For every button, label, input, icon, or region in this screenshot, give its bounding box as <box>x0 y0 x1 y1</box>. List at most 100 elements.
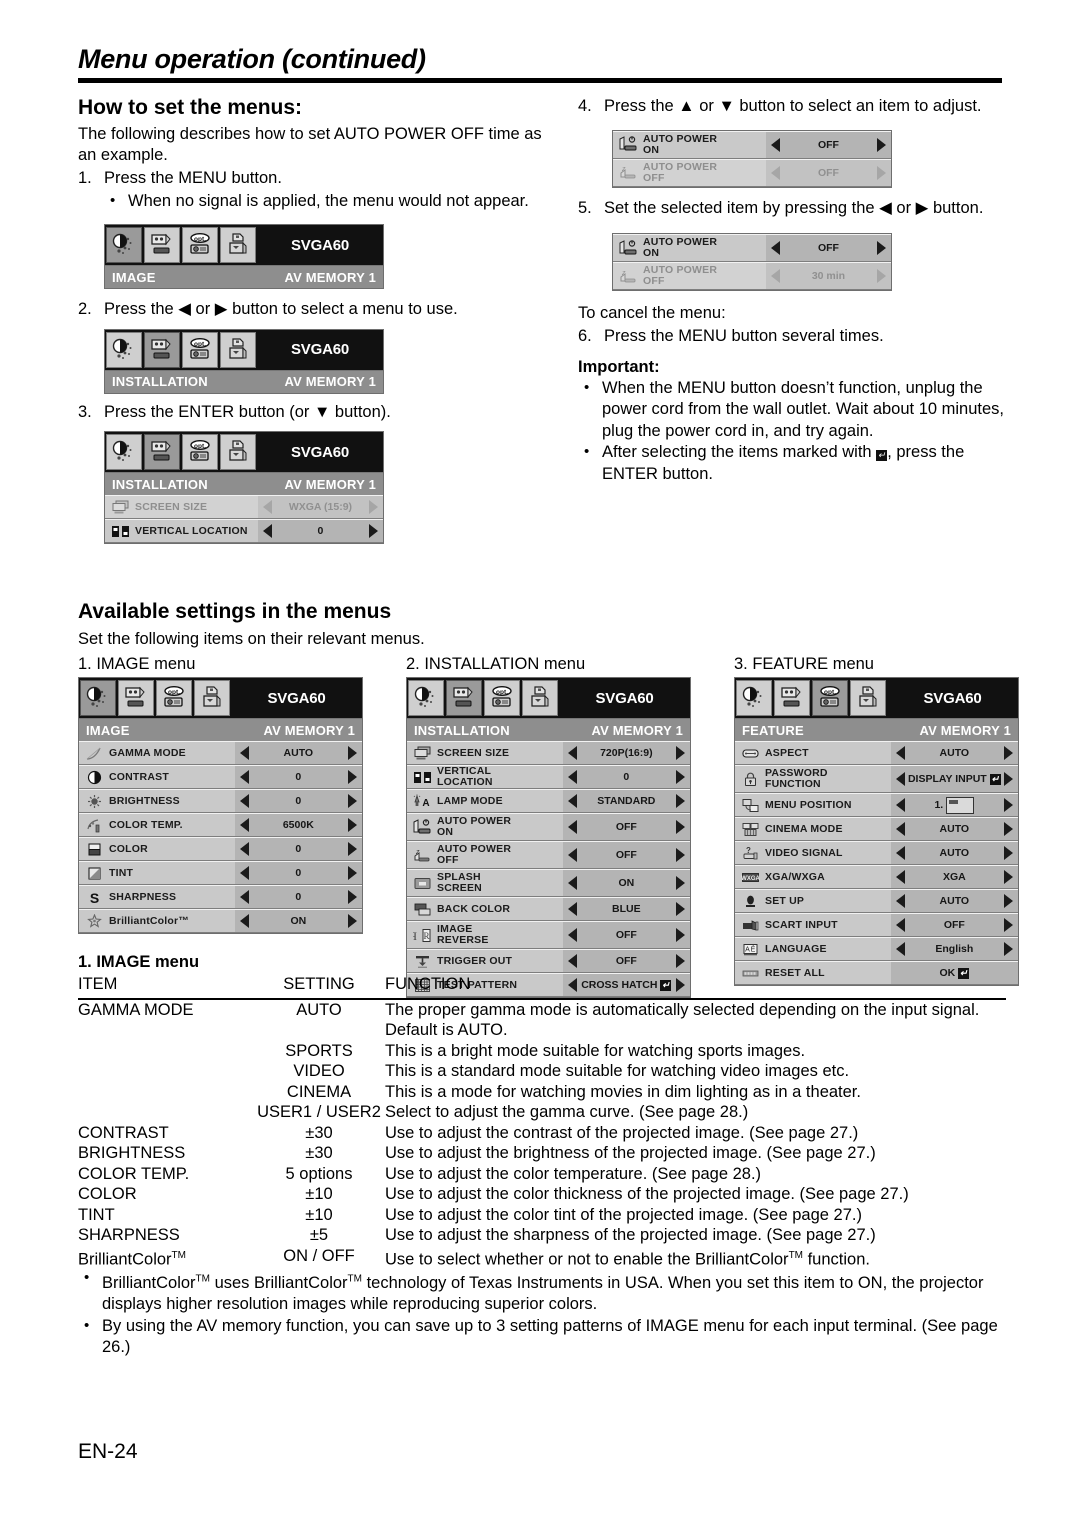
osd-row-value-group[interactable]: 0 <box>234 766 362 788</box>
right-arrow-icon[interactable] <box>676 770 685 784</box>
right-arrow-icon[interactable] <box>1004 772 1013 786</box>
right-arrow-icon[interactable] <box>1004 918 1013 932</box>
left-arrow-icon[interactable] <box>895 772 905 786</box>
osd-row-sharpness[interactable]: S SHARPNESS 0 <box>79 885 362 909</box>
osd-row-scart-input[interactable]: SCART INPUT OFF <box>735 913 1018 937</box>
left-arrow-icon[interactable] <box>239 890 249 904</box>
right-arrow-icon[interactable] <box>877 137 886 152</box>
right-arrow-icon[interactable] <box>369 500 378 514</box>
right-arrow-icon[interactable] <box>676 848 685 862</box>
left-arrow-icon[interactable] <box>239 818 249 832</box>
left-arrow-icon[interactable] <box>895 918 905 932</box>
left-arrow-icon[interactable] <box>239 866 249 880</box>
left-arrow-icon[interactable] <box>239 794 249 808</box>
osd-row-menu-position[interactable]: MENU POSITION 1. <box>735 793 1018 817</box>
right-arrow-icon[interactable] <box>348 794 357 808</box>
left-arrow-icon[interactable] <box>895 894 905 908</box>
osd-row-value-group[interactable]: AUTO <box>890 890 1018 912</box>
osd-row-value-group[interactable]: AUTO <box>890 818 1018 840</box>
osd-row-value-group[interactable]: OFF <box>765 131 891 158</box>
left-arrow-icon[interactable] <box>895 822 905 836</box>
feature-tab[interactable]: opt. <box>812 680 848 716</box>
left-arrow-icon[interactable] <box>262 500 272 514</box>
osd-row-brilliantcolor[interactable]: BrilliantColor™ ON <box>79 909 362 933</box>
left-arrow-icon[interactable] <box>239 770 249 784</box>
osd-row-xga-wxga[interactable]: WXGA XGA/WXGA XGA <box>735 865 1018 889</box>
left-arrow-icon[interactable] <box>567 902 577 916</box>
right-arrow-icon[interactable] <box>348 866 357 880</box>
left-arrow-icon[interactable] <box>567 746 577 760</box>
osd-row-auto-power-on[interactable]: AUTO POWER ON OFF <box>407 813 690 841</box>
installation-tab[interactable] <box>446 680 482 716</box>
osd-row-value-group[interactable]: OFF <box>562 922 690 948</box>
right-arrow-icon[interactable] <box>676 876 685 890</box>
signal-tab[interactable] <box>220 227 256 263</box>
left-arrow-icon[interactable] <box>567 770 577 784</box>
right-arrow-icon[interactable] <box>676 746 685 760</box>
installation-tab[interactable] <box>118 680 154 716</box>
osd-row-password-function[interactable]: PASSWORD FUNCTION DISPLAY INPUT <box>735 765 1018 793</box>
osd-row-auto-power-off[interactable]: z AUTO POWER OFF 30 min <box>613 262 891 290</box>
left-arrow-icon[interactable] <box>567 848 577 862</box>
right-arrow-icon[interactable] <box>676 794 685 808</box>
right-arrow-icon[interactable] <box>348 746 357 760</box>
osd-row-value-group[interactable]: AUTO <box>890 842 1018 864</box>
installation-tab[interactable] <box>144 331 180 368</box>
feature-tab[interactable]: opt. <box>484 680 520 716</box>
osd-row-tint[interactable]: TINT 0 <box>79 861 362 885</box>
installation-tab[interactable] <box>144 227 180 263</box>
left-arrow-icon[interactable] <box>895 746 905 760</box>
osd-row-gamma-mode[interactable]: GAMMA MODE AUTO <box>79 741 362 765</box>
osd-row-value-group[interactable]: XGA <box>890 866 1018 888</box>
left-arrow-icon[interactable] <box>770 137 780 152</box>
feature-tab[interactable]: opt. <box>182 331 218 368</box>
osd-row-value-group[interactable]: WXGA (15:9) <box>257 496 383 518</box>
left-arrow-icon[interactable] <box>239 842 249 856</box>
osd-row-value-group[interactable]: 0 <box>257 520 383 542</box>
left-arrow-icon[interactable] <box>567 876 577 890</box>
right-arrow-icon[interactable] <box>676 820 685 834</box>
left-arrow-icon[interactable] <box>895 870 905 884</box>
right-arrow-icon[interactable] <box>877 165 886 180</box>
osd-row-set-up[interactable]: SET UP AUTO <box>735 889 1018 913</box>
osd-row-brightness[interactable]: BRIGHTNESS 0 <box>79 789 362 813</box>
left-arrow-icon[interactable] <box>895 846 905 860</box>
osd-row-vertical-location[interactable]: VERTICAL LOCATION 0 <box>407 765 690 789</box>
right-arrow-icon[interactable] <box>877 241 886 255</box>
osd-row-value-group[interactable]: 0 <box>234 862 362 884</box>
osd-row-value-group[interactable]: OFF <box>890 914 1018 936</box>
osd-row-value-group[interactable]: STANDARD <box>562 790 690 812</box>
osd-row-value-group[interactable]: 0 <box>234 790 362 812</box>
osd-row-value-group[interactable]: 6500K <box>234 814 362 836</box>
left-arrow-icon[interactable] <box>770 241 780 255</box>
right-arrow-icon[interactable] <box>348 818 357 832</box>
feature-tab[interactable]: opt. <box>182 434 218 470</box>
right-arrow-icon[interactable] <box>1004 870 1013 884</box>
osd-row-auto-power-off[interactable]: z AUTO POWER OFF OFF <box>613 158 891 187</box>
left-arrow-icon[interactable] <box>567 928 577 942</box>
installation-tab[interactable] <box>774 680 810 716</box>
osd-row-vertical-location[interactable]: VERTICAL LOCATION 0 <box>105 519 383 543</box>
right-arrow-icon[interactable] <box>1004 846 1013 860</box>
osd-row-value-group[interactable]: 30 min <box>765 263 891 289</box>
osd-row-back-color[interactable]: BACK COLOR BLUE <box>407 897 690 921</box>
osd-row-auto-power-on[interactable]: AUTO POWER ON OFF <box>613 234 891 262</box>
osd-row-value-group[interactable]: AUTO <box>890 742 1018 764</box>
osd-row-value-group[interactable]: 0 <box>234 838 362 860</box>
osd-row-color[interactable]: COLOR 0 <box>79 837 362 861</box>
osd-row-value-group[interactable]: 720P(16:9) <box>562 742 690 764</box>
left-arrow-icon[interactable] <box>895 798 905 812</box>
left-arrow-icon[interactable] <box>239 746 249 760</box>
feature-tab[interactable]: opt. <box>156 680 192 716</box>
image-tab[interactable] <box>106 331 142 368</box>
image-tab[interactable] <box>408 680 444 716</box>
osd-row-video-signal[interactable]: ? VIDEO SIGNAL AUTO <box>735 841 1018 865</box>
left-arrow-icon[interactable] <box>567 820 577 834</box>
osd-row-lamp-mode[interactable]: A LAMP MODE STANDARD <box>407 789 690 813</box>
right-arrow-icon[interactable] <box>348 770 357 784</box>
osd-row-image-reverse[interactable]: RR IMAGE REVERSE OFF <box>407 921 690 949</box>
osd-row-auto-power-off[interactable]: z AUTO POWER OFF OFF <box>407 841 690 869</box>
osd-row-value-group[interactable]: OFF <box>562 814 690 840</box>
osd-row-value-group[interactable]: OFF <box>765 159 891 186</box>
left-arrow-icon[interactable] <box>262 524 272 538</box>
